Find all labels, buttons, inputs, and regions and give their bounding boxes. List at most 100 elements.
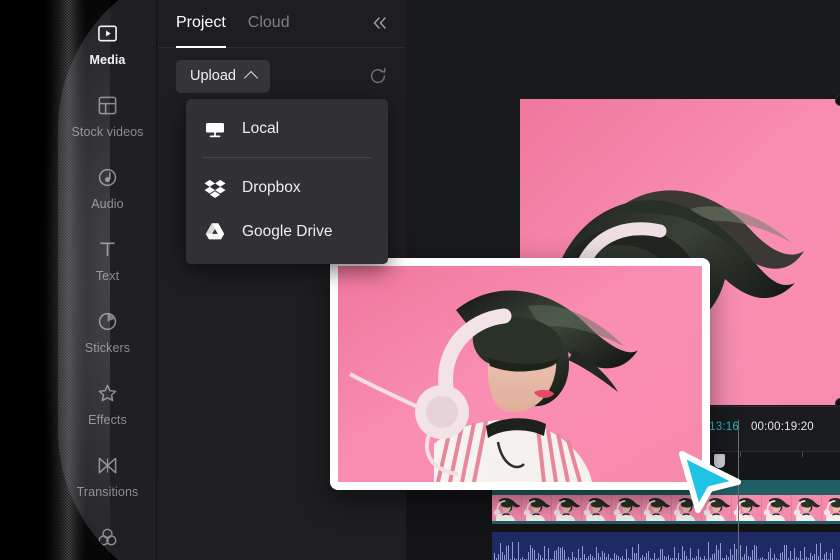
waveform-bar [660, 549, 661, 560]
filmstrip [492, 495, 840, 521]
waveform-bar [642, 555, 643, 560]
upload-menu-item-dropbox[interactable]: Dropbox [186, 166, 388, 210]
waveform-bar [756, 546, 757, 560]
waveform-bar [604, 553, 605, 560]
waveform-bar [784, 544, 785, 560]
audio-clip[interactable] [492, 532, 840, 560]
audio-waveform [492, 540, 840, 560]
waveform-bar [502, 551, 503, 560]
waveform-bar [748, 555, 749, 560]
waveform-bar [678, 553, 679, 560]
waveform-bar [704, 556, 705, 560]
waveform-bar [562, 547, 563, 560]
panel-tab-bar: Project Cloud [158, 0, 406, 48]
waveform-bar [712, 553, 713, 560]
waveform-bar [730, 548, 731, 560]
waveform-bar [818, 555, 819, 560]
upload-menu-item-google-drive[interactable]: Google Drive [186, 210, 388, 254]
panel-toolbar: Upload [158, 48, 406, 104]
waveform-bar [626, 549, 627, 560]
waveform-bar [790, 551, 791, 560]
waveform-bar [622, 555, 623, 560]
waveform-bar [506, 546, 507, 560]
waveform-bar [770, 547, 771, 560]
waveform-bar [618, 555, 619, 560]
dragged-media-card[interactable] [330, 258, 710, 490]
waveform-bar [832, 549, 833, 560]
upload-menu-item-label: Local [242, 120, 280, 137]
refresh-icon[interactable] [368, 66, 390, 88]
waveform-bar [518, 542, 519, 560]
waveform-bar [812, 555, 813, 560]
sidebar-item-transitions[interactable]: Transitions [58, 440, 157, 512]
filmstrip-frame [552, 495, 582, 521]
total-timecode: 00:00:19:20 [750, 421, 814, 433]
dragged-card-thumbnail [338, 266, 702, 482]
sidebar-item-label: Audio [91, 196, 124, 211]
waveform-bar [634, 553, 635, 560]
waveform-bar [644, 556, 645, 560]
waveform-bar [596, 547, 597, 560]
waveform-bar [746, 545, 747, 560]
upload-menu-item-local[interactable]: Local [186, 107, 388, 151]
sidebar-item-media[interactable]: Media [58, 8, 157, 80]
waveform-bar [830, 553, 831, 560]
waveform-bar [540, 555, 541, 560]
editor-window: 00:00:13:16 00:00:19:20 00:10 [58, 0, 840, 560]
tab-cloud[interactable]: Cloud [248, 0, 290, 48]
waveform-bar [654, 552, 655, 560]
sidebar-item-filters[interactable]: Filters [58, 512, 157, 560]
waveform-bar [498, 554, 499, 560]
upload-button[interactable]: Upload [176, 59, 270, 93]
waveform-bar [560, 547, 561, 560]
filmstrip-frame [792, 495, 822, 521]
monitor-icon [204, 118, 226, 140]
filmstrip-frame [492, 495, 522, 521]
sidebar-item-label: Stock videos [71, 124, 144, 139]
sidebar-item-text[interactable]: Text [58, 224, 157, 296]
media-play-icon [96, 22, 120, 46]
text-t-icon [96, 238, 120, 262]
sidebar-item-label: Transitions [76, 484, 139, 499]
waveform-bar [564, 549, 565, 560]
filters-circles-icon [96, 526, 120, 550]
waveform-bar [690, 547, 691, 560]
waveform-bar [734, 543, 735, 560]
waveform-bar [752, 549, 753, 560]
sidebar-item-effects[interactable]: Effects [58, 368, 157, 440]
music-note-icon [96, 166, 120, 190]
waveform-bar [534, 549, 535, 560]
filmstrip-frame [762, 495, 792, 521]
waveform-bar [528, 551, 529, 560]
sidebar-item-stock-videos[interactable]: Stock videos [58, 80, 157, 152]
waveform-bar [508, 544, 509, 560]
waveform-bar [544, 545, 545, 560]
waveform-bar [810, 552, 811, 560]
tab-project[interactable]: Project [176, 0, 226, 48]
waveform-bar [786, 545, 787, 560]
waveform-bar [504, 554, 505, 560]
layout-grid-icon [96, 94, 120, 118]
waveform-bar [606, 556, 607, 560]
waveform-bar [638, 544, 639, 560]
resize-handle-top-right[interactable] [835, 95, 840, 106]
waveform-bar [608, 553, 609, 560]
waveform-bar [820, 542, 821, 560]
waveform-bar [736, 548, 737, 560]
waveform-bar [800, 551, 801, 560]
waveform-bar [530, 544, 531, 560]
sidebar-item-label: Filters [90, 557, 125, 560]
filmstrip-frame [642, 495, 672, 521]
tool-sidebar: Media Stock videos Audio Text Stickers E… [58, 0, 157, 560]
sidebar-item-stickers[interactable]: Stickers [58, 296, 157, 368]
chevron-double-left-icon[interactable] [368, 12, 392, 34]
sidebar-item-label: Stickers [84, 340, 131, 355]
waveform-bar [744, 553, 745, 560]
upload-menu: Local Dropbox Google Drive [186, 99, 388, 264]
waveform-bar [548, 548, 549, 560]
filmstrip-frame [612, 495, 642, 521]
playhead-marker[interactable] [714, 454, 725, 468]
sidebar-item-audio[interactable]: Audio [58, 152, 157, 224]
waveform-bar [582, 546, 583, 560]
waveform-bar [780, 553, 781, 560]
